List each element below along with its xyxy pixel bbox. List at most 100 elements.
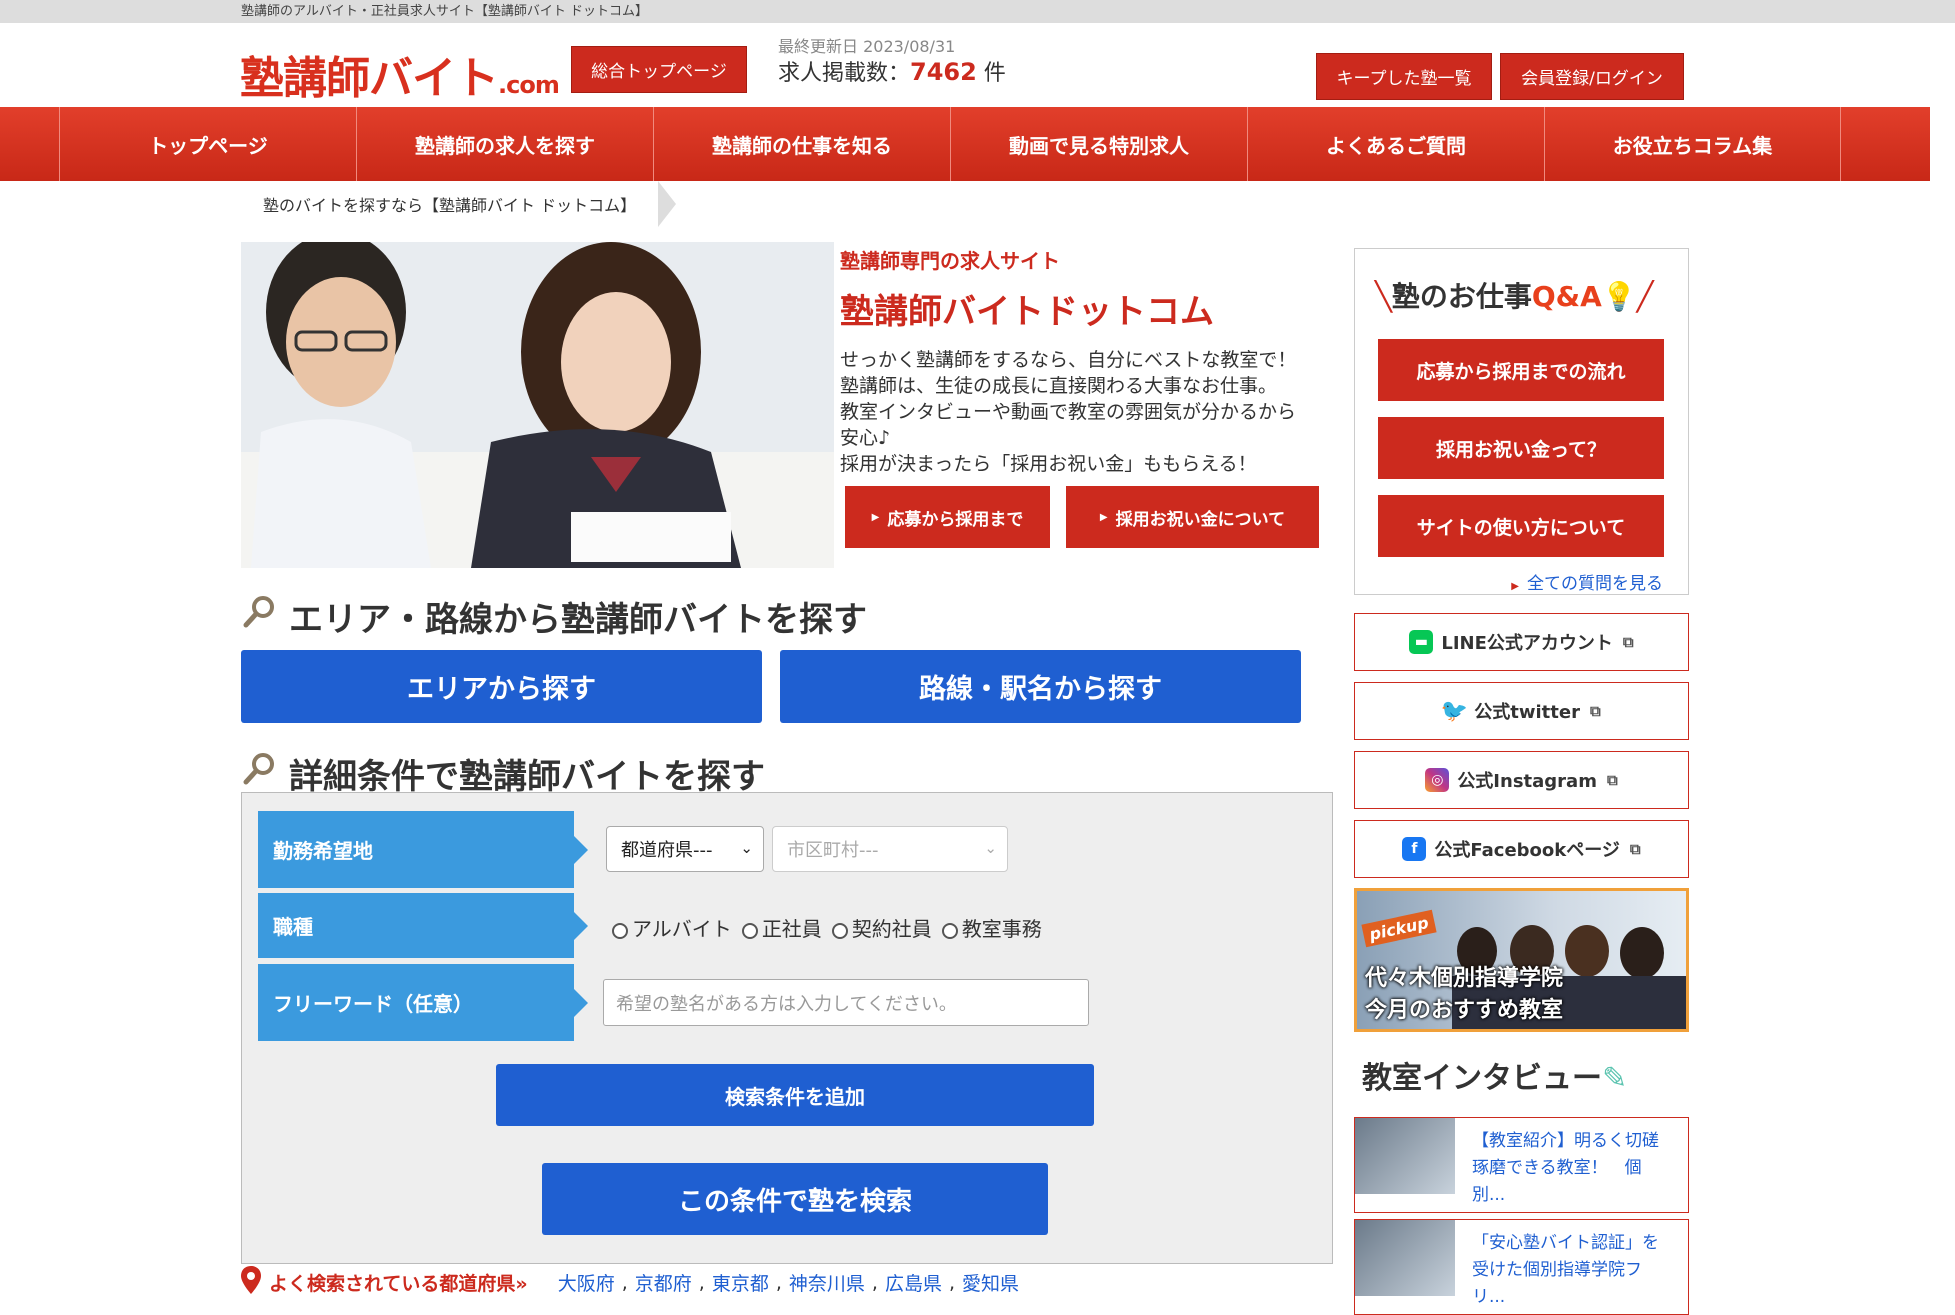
pickup-text: 代々木個別指導学院 今月のおすすめ教室 xyxy=(1365,963,1563,1027)
radio-circle-icon xyxy=(831,922,848,939)
hero-title: 塾講師バイトドットコム xyxy=(840,292,1214,332)
login-button[interactable]: 会員登録/ログイン xyxy=(1500,53,1684,100)
pref-link-aichi[interactable]: 愛知県 xyxy=(962,1269,1019,1296)
external-link-icon: ⧉ xyxy=(1589,702,1601,720)
site-logo[interactable]: 塾講師バイト.com xyxy=(240,40,560,104)
twitter-link[interactable]: 🐦 公式twitter ⧉ xyxy=(1354,682,1689,740)
radio-fulltime[interactable]: 正社員 xyxy=(741,913,822,942)
separator: , xyxy=(948,1271,956,1294)
separator: , xyxy=(698,1271,705,1294)
pref-link-osaka[interactable]: 大阪府 xyxy=(558,1269,615,1296)
triangle-right-icon: ▶ xyxy=(871,511,880,523)
qa-title: ╲塾のお仕事Q&A💡╱ xyxy=(1375,275,1654,315)
interview-card[interactable]: 【教室紹介】明るく切磋琢磨できる教室！ 個別... xyxy=(1354,1117,1689,1213)
hero-description: せっかく塾講師をするなら、自分にベストな教室で！ 塾講師は、生徒の成長に直接関わ… xyxy=(840,347,1320,477)
qa-apply-flow-button[interactable]: 応募から採用までの流れ xyxy=(1378,339,1664,401)
hero-intro: 塾講師専門の求人サイト 塾講師バイトドットコム せっかく塾講師をするなら、自分に… xyxy=(840,245,1320,477)
nav-item-top[interactable]: トップページ xyxy=(59,107,356,181)
line-icon: ▬ xyxy=(1409,630,1434,654)
radio-label: 契約社員 xyxy=(851,917,932,941)
count-unit: 件 xyxy=(976,61,1006,86)
city-select[interactable]: 市区町村--- ⌄ xyxy=(772,826,1008,872)
hero-desc-line: 塾講師は、生徒の成長に直接関わる大事なお仕事。 xyxy=(840,375,1278,397)
pickup-banner[interactable]: pickup 代々木個別指導学院 今月のおすすめ教室 xyxy=(1354,888,1689,1032)
magnifier-icon xyxy=(241,594,277,639)
kept-list-button[interactable]: キープした塾一覧 xyxy=(1316,53,1492,100)
qa-title-main: 塾のお仕事 xyxy=(1391,280,1532,313)
radio-label: アルバイト xyxy=(632,917,732,941)
breadcrumb-item[interactable]: 塾のバイトを探すなら【塾講師バイト ドットコム】 xyxy=(241,192,658,216)
logo-text: 塾講師バイト xyxy=(240,53,499,104)
detail-search-form: 勤務希望地 都道府県--- ⌄ 市区町村--- ⌄ 職種 アルバイト 正社員 契約社… xyxy=(241,792,1333,1264)
location-label: 勤務希望地 xyxy=(258,811,588,888)
qa-all-link[interactable]: ▶ 全ての質問を見る xyxy=(1511,569,1663,594)
pref-link-kyoto[interactable]: 京都府 xyxy=(635,1269,692,1296)
count-label: 求人掲載数： xyxy=(778,61,911,86)
pref-link-kanagawa[interactable]: 神奈川県 xyxy=(789,1269,865,1296)
nav-item-find-jobs[interactable]: 塾講師の求人を探す xyxy=(356,107,653,181)
separator: , xyxy=(775,1271,782,1294)
external-link-icon: ⧉ xyxy=(1622,633,1634,651)
job-type-radios: アルバイト 正社員 契約社員 教室事務 xyxy=(612,913,1042,942)
hero-image xyxy=(241,242,834,568)
add-condition-button[interactable]: 検索条件を追加 xyxy=(496,1064,1094,1126)
job-type-label: 職種 xyxy=(258,893,588,958)
nav-item-faq[interactable]: よくあるご質問 xyxy=(1247,107,1544,181)
line-search-button[interactable]: 路線・駅名から探す xyxy=(780,650,1301,723)
area-search-button[interactable]: エリアから探す xyxy=(241,650,762,723)
interview-title: 教室インタビュー xyxy=(1362,1061,1602,1096)
hero-desc-line: 教室インタビューや動画で教室の雰囲気が分かるから xyxy=(840,401,1297,423)
bonus-button[interactable]: ▶ 採用お祝い金について xyxy=(1066,486,1319,548)
radio-office[interactable]: 教室事務 xyxy=(941,913,1042,942)
nav-item-video-jobs[interactable]: 動画で見る特別求人 xyxy=(950,107,1247,181)
separator: , xyxy=(621,1271,628,1294)
qa-usage-button[interactable]: サイトの使い方について xyxy=(1378,495,1664,557)
count-value: 7462 xyxy=(910,58,977,86)
facebook-link[interactable]: f 公式Facebookページ ⧉ xyxy=(1354,820,1689,878)
interview-link[interactable]: 「安心塾バイト認証」を受けた個別指導学院フリ... xyxy=(1472,1230,1672,1311)
nav-item-know-work[interactable]: 塾講師の仕事を知る xyxy=(653,107,950,181)
chevron-down-icon: ⌄ xyxy=(740,839,753,857)
external-link-icon: ⧉ xyxy=(1629,840,1641,858)
prefecture-select[interactable]: 都道府県--- ⌄ xyxy=(606,826,764,872)
sns-label: 公式Facebookページ xyxy=(1434,840,1620,861)
prefecture-value: 都道府県--- xyxy=(621,840,713,861)
pref-link-hiroshima[interactable]: 広島県 xyxy=(885,1269,942,1296)
map-pin-icon xyxy=(241,1266,261,1299)
apply-flow-label: 応募から採用まで xyxy=(887,509,1024,530)
radio-label: 正社員 xyxy=(761,917,822,941)
header: 塾講師バイト.com 総合トップページ 最終更新日 2023/08/31 求人掲… xyxy=(0,23,1955,107)
separator: , xyxy=(871,1271,878,1294)
site-tagline: 塾講師のアルバイト・正社員求人サイト【塾講師バイト ドットコム】 xyxy=(0,0,1955,23)
instagram-link[interactable]: ◎ 公式Instagram ⧉ xyxy=(1354,751,1689,809)
radio-contract[interactable]: 契約社員 xyxy=(831,913,932,942)
search-submit-button[interactable]: この条件で塾を検索 xyxy=(542,1163,1048,1235)
interview-link[interactable]: 【教室紹介】明るく切磋琢磨できる教室！ 個別... xyxy=(1472,1128,1672,1209)
hero-desc-line: 安心♪ xyxy=(840,427,891,449)
twitter-icon: 🐦 xyxy=(1440,698,1468,724)
breadcrumb-arrow-icon xyxy=(658,181,677,227)
sns-label: 公式twitter xyxy=(1474,702,1580,723)
city-value: 市区町村--- xyxy=(787,840,879,861)
pref-link-tokyo[interactable]: 東京都 xyxy=(712,1269,769,1296)
triangle-right-icon: ▶ xyxy=(1099,511,1108,523)
magnifier-icon xyxy=(241,751,277,796)
interview-card[interactable]: 「安心塾バイト認証」を受けた個別指導学院フリ... xyxy=(1354,1219,1689,1315)
hero-desc-line: せっかく塾講師をするなら、自分にベストな教室で！ xyxy=(840,349,1297,371)
pencil-icon: ✎ xyxy=(1602,1061,1628,1096)
triangle-right-icon: ▶ xyxy=(1511,581,1519,592)
pickup-line: 代々木個別指導学院 xyxy=(1365,966,1564,991)
apply-flow-button[interactable]: ▶ 応募から採用まで xyxy=(845,486,1050,548)
instagram-icon: ◎ xyxy=(1425,768,1450,792)
nav-item-columns[interactable]: お役立ちコラム集 xyxy=(1544,107,1841,181)
freeword-input[interactable]: 希望の塾名がある方は入力してください。 xyxy=(603,979,1089,1026)
interview-thumbnail xyxy=(1355,1118,1455,1194)
external-link-icon: ⧉ xyxy=(1606,771,1618,789)
radio-parttime[interactable]: アルバイト xyxy=(612,913,732,942)
area-search-heading: エリア・路線から塾講師バイトを探す xyxy=(241,592,867,641)
top-page-button[interactable]: 総合トップページ xyxy=(571,46,747,93)
area-search-title: エリア・路線から塾講師バイトを探す xyxy=(289,600,867,640)
interview-thumbnail xyxy=(1355,1220,1455,1296)
qa-bonus-button[interactable]: 採用お祝い金って？ xyxy=(1378,417,1664,479)
line-account-link[interactable]: ▬ LINE公式アカウント ⧉ xyxy=(1354,613,1689,671)
